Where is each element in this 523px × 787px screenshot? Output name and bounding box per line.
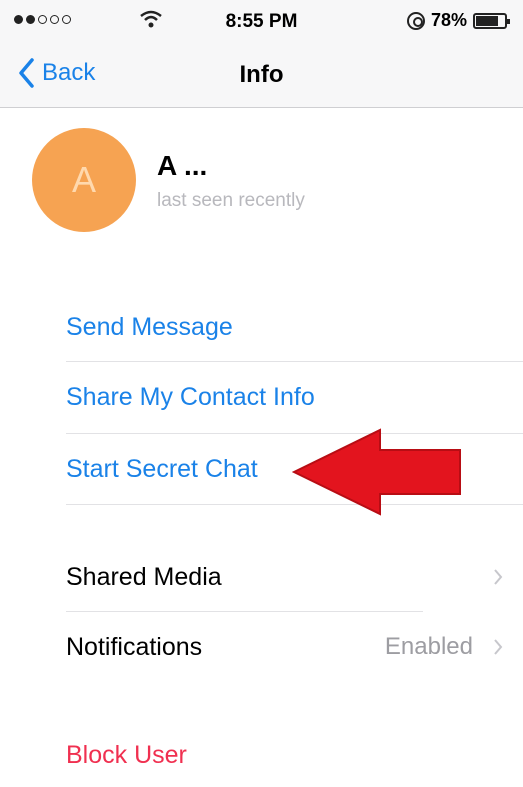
battery-icon (473, 12, 510, 29)
status-bar: 8:55 PM 78% (0, 0, 523, 44)
send-message-button[interactable]: Send Message (66, 292, 523, 362)
share-contact-button[interactable]: Share My Contact Info (66, 362, 523, 432)
avatar[interactable]: A (32, 128, 136, 232)
lock-rotation-icon (406, 11, 425, 30)
share-contact-label: Share My Contact Info (66, 382, 315, 411)
block-user-label: Block User (66, 740, 187, 769)
avatar-initial: A (71, 159, 96, 200)
send-message-label: Send Message (66, 312, 233, 341)
notifications-row[interactable]: Notifications Enabled (66, 612, 523, 682)
chevron-right-icon (494, 569, 503, 585)
status-right: 78% (406, 10, 510, 31)
notifications-value: Enabled (384, 633, 473, 660)
profile-name: A ... (157, 150, 208, 181)
last-seen-status: last seen recently (157, 190, 305, 211)
red-arrow-annotation (292, 428, 461, 516)
shared-media-row[interactable]: Shared Media (66, 542, 523, 612)
start-secret-chat-label: Start Secret Chat (66, 454, 258, 483)
shared-media-label: Shared Media (66, 562, 222, 591)
battery-percentage: 78% (430, 10, 467, 30)
nav-bar: Back Info (0, 44, 523, 108)
page-title: Info (239, 61, 284, 88)
notifications-label: Notifications (66, 632, 203, 661)
block-user-button[interactable]: Block User (66, 720, 523, 787)
chevron-right-icon (494, 639, 503, 655)
